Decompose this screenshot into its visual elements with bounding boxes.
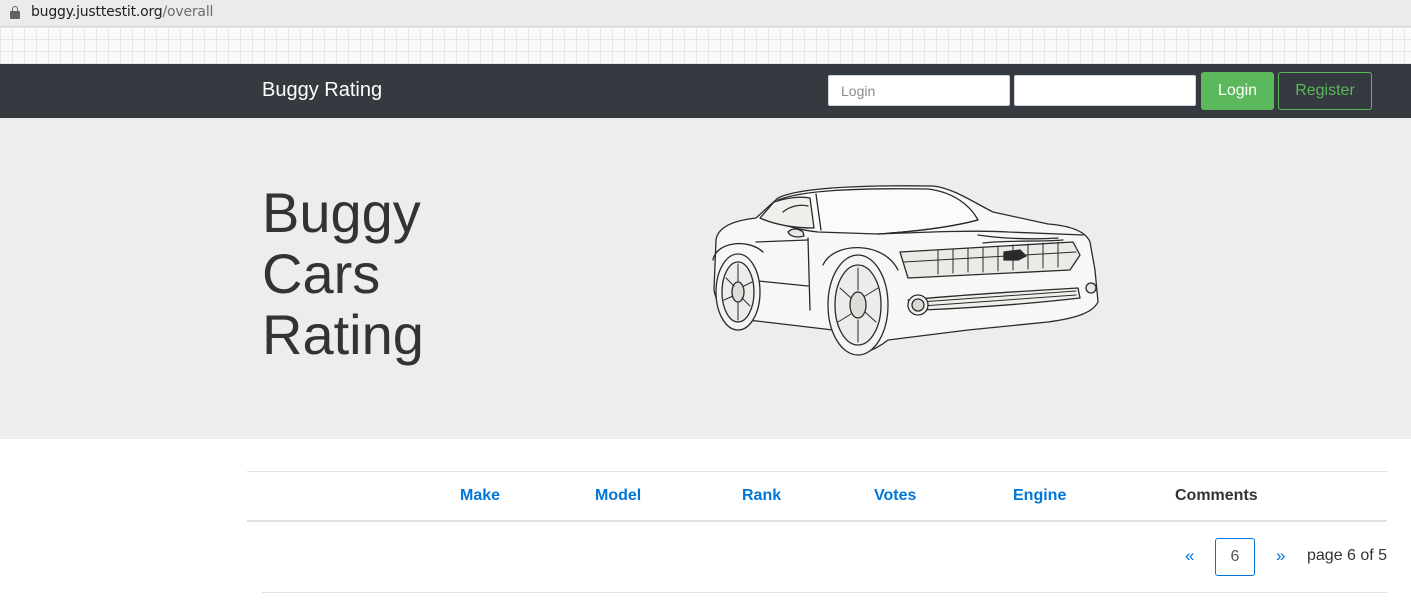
- pagination-divider: [262, 592, 1387, 593]
- lock-icon: [10, 6, 20, 19]
- car-illustration: [712, 185, 1099, 356]
- column-header-make[interactable]: Make: [460, 487, 500, 505]
- url-host: buggy.justtestit.org: [31, 4, 163, 20]
- browser-address-bar[interactable]: buggy.justtestit.org/overall: [0, 0, 1411, 27]
- register-button[interactable]: Register: [1278, 72, 1372, 110]
- page-number-input[interactable]: [1215, 538, 1255, 576]
- column-header-model[interactable]: Model: [595, 487, 641, 505]
- column-header-engine[interactable]: Engine: [1013, 487, 1066, 505]
- hero-banner: Buggy Cars Rating: [0, 118, 1411, 439]
- previous-page-link[interactable]: «: [1185, 546, 1194, 566]
- hero-title: Buggy Cars Rating: [262, 182, 502, 365]
- password-input[interactable]: [1014, 75, 1196, 106]
- top-navbar: Buggy Rating Login Register: [0, 64, 1411, 118]
- hero-title-line: Rating: [262, 303, 424, 366]
- hero-title-line: Buggy: [262, 181, 421, 244]
- column-header-comments: Comments: [1175, 487, 1258, 504]
- hero-title-line: Cars: [262, 242, 381, 305]
- next-page-link[interactable]: »: [1276, 546, 1285, 566]
- column-header-votes[interactable]: Votes: [874, 487, 916, 505]
- page-background-grid: [0, 27, 1411, 64]
- page-count-label: page 6 of 5: [1307, 547, 1388, 564]
- column-header-rank[interactable]: Rank: [742, 487, 781, 505]
- table-top-border: [247, 471, 1387, 472]
- table-header-border: [247, 520, 1387, 522]
- brand-link[interactable]: Buggy Rating: [262, 79, 382, 102]
- login-input[interactable]: [828, 75, 1010, 106]
- login-button[interactable]: Login: [1201, 72, 1274, 110]
- url-text[interactable]: buggy.justtestit.org/overall: [31, 4, 213, 20]
- url-path: /overall: [162, 4, 214, 20]
